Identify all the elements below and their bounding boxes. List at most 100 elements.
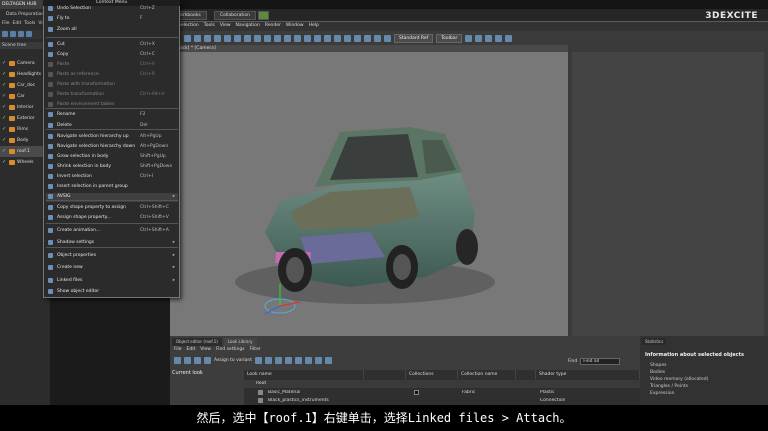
add-tab-icon[interactable]: [258, 11, 269, 20]
section-icon[interactable]: [334, 34, 341, 42]
measure-icon[interactable]: [324, 34, 331, 42]
column-icon-1[interactable]: [364, 370, 406, 379]
context-menu-item[interactable]: Create animation... Ctrl+Shift+A: [46, 227, 178, 236]
save-icon[interactable]: [18, 31, 24, 37]
tab-look-library[interactable]: Look Library: [223, 338, 257, 346]
menu-render[interactable]: Render: [265, 23, 281, 30]
context-menu-item[interactable]: Paste with transformation: [46, 81, 178, 90]
context-menu-item[interactable]: Undo Selection Ctrl+Z: [46, 5, 178, 14]
column-icon-2[interactable]: [516, 370, 536, 379]
context-menu-item[interactable]: Copy shape property to assign Ctrl+Shift+…: [46, 204, 178, 213]
context-menu-item[interactable]: Copy Ctrl+C: [46, 51, 178, 60]
settings-icon[interactable]: [26, 31, 32, 37]
variant-icon[interactable]: [304, 34, 311, 42]
scale-icon[interactable]: [214, 34, 221, 42]
context-menu-item[interactable]: Insert selection in parent group: [46, 183, 178, 192]
context-menu-item[interactable]: Invert selection Ctrl+I: [46, 173, 178, 182]
menu-tools[interactable]: Tools: [24, 21, 35, 27]
visibility-check-icon[interactable]: ✓: [2, 160, 7, 165]
visibility-check-icon[interactable]: ✓: [2, 105, 7, 110]
context-menu-item[interactable]: Cut Ctrl+X: [46, 41, 178, 50]
new-look-icon[interactable]: [174, 357, 181, 364]
column-shader-type[interactable]: Shader type: [536, 370, 640, 379]
visibility-check-icon[interactable]: ✓: [2, 94, 7, 99]
context-menu-item[interactable]: Rename F2: [46, 111, 178, 120]
visibility-check-icon[interactable]: ✓: [2, 72, 7, 77]
visibility-check-icon[interactable]: ✓: [2, 138, 7, 143]
table-row[interactable]: Root: [244, 380, 640, 388]
sort-icon[interactable]: [285, 357, 292, 364]
menu-view[interactable]: View: [200, 347, 211, 354]
context-menu-item[interactable]: Assign shape property... Ctrl+Shift+V: [46, 214, 178, 223]
menu-find-settings[interactable]: Find settings: [216, 347, 245, 354]
menu-filter[interactable]: Filter: [250, 347, 261, 354]
visibility-check-icon[interactable]: ✓: [2, 127, 7, 132]
duplicate-icon[interactable]: [184, 357, 191, 364]
context-menu-item[interactable]: Zoom all: [46, 26, 178, 35]
menu-file[interactable]: File: [2, 21, 10, 27]
filter-icon[interactable]: [275, 357, 282, 364]
table-row[interactable]: Basic_Material Fabric Plastic: [244, 389, 640, 397]
play-icon[interactable]: [465, 34, 473, 42]
context-menu-item[interactable]: Fly to F: [46, 15, 178, 24]
visibility-check-icon[interactable]: ✓: [2, 83, 7, 88]
light-icon[interactable]: [244, 34, 251, 42]
context-menu-item[interactable]: Object properties ▸: [46, 252, 178, 261]
open-file-icon[interactable]: [10, 31, 16, 37]
context-menu-item[interactable]: Navigate selection hierarchy up Alt+PgUp: [46, 133, 178, 142]
context-menu-item[interactable]: Navigate selection hierarchy down Alt+PgD…: [46, 143, 178, 152]
settings-icon[interactable]: [505, 34, 513, 42]
record-icon[interactable]: [475, 34, 483, 42]
menu-view[interactable]: View: [220, 23, 231, 30]
visibility-check-icon[interactable]: ✓: [2, 116, 7, 121]
material-icon[interactable]: [295, 357, 302, 364]
context-menu-item[interactable]: Shrink selection in body Shift+PgDown: [46, 163, 178, 172]
context-menu-item[interactable]: Linked files ▸: [46, 277, 178, 286]
assign-variant-label[interactable]: Assign to variant: [214, 358, 252, 363]
find-dropdown[interactable]: Find all: [580, 357, 621, 365]
menu-edit[interactable]: Edit: [13, 21, 22, 27]
new-file-icon[interactable]: [2, 31, 8, 37]
import-icon[interactable]: [204, 357, 211, 364]
tab-statistics[interactable]: Statistics: [642, 338, 667, 345]
menu-file[interactable]: File: [174, 347, 182, 354]
environment-icon[interactable]: [294, 34, 301, 42]
texture-icon[interactable]: [305, 357, 312, 364]
tab-collaboration[interactable]: Collaboration: [214, 11, 256, 20]
camera-icon[interactable]: [224, 34, 231, 42]
toolbar-button[interactable]: Toolbar: [436, 33, 463, 43]
lock-icon[interactable]: [485, 34, 493, 42]
context-menu-item[interactable]: Show object editor: [46, 288, 178, 297]
menu-window[interactable]: Window: [286, 23, 304, 30]
table-row[interactable]: Black_plastics_instruments Connection: [244, 397, 640, 405]
preview-icon[interactable]: [315, 357, 322, 364]
visibility-check-icon[interactable]: ✓: [2, 149, 7, 154]
menu-tools[interactable]: Tools: [204, 23, 215, 30]
annotation-icon[interactable]: [344, 34, 351, 42]
menu-help[interactable]: Help: [309, 23, 319, 30]
material-icon[interactable]: [274, 34, 281, 42]
context-menu-item[interactable]: Paste Ctrl+V: [46, 61, 178, 70]
menu-edit[interactable]: Edit: [187, 347, 196, 354]
move-icon[interactable]: [194, 34, 201, 42]
vr-icon[interactable]: [354, 34, 361, 42]
menu-navigation[interactable]: Navigation: [236, 23, 260, 30]
visibility-check-icon[interactable]: ✓: [2, 61, 7, 66]
tab-object-editor[interactable]: Object editor (roof.1): [172, 338, 222, 346]
variant-dropdown-icon[interactable]: [255, 357, 262, 364]
context-menu-item[interactable]: Paste as reference Ctrl+R: [46, 71, 178, 80]
rotate-icon[interactable]: [204, 34, 211, 42]
column-collection-name[interactable]: Collection name: [458, 370, 516, 379]
column-look-name[interactable]: Look name: [244, 370, 364, 379]
video-icon[interactable]: [384, 34, 391, 42]
menu-selection[interactable]: Selection: [178, 23, 199, 30]
stereo-icon[interactable]: [364, 34, 371, 42]
info-icon[interactable]: [495, 34, 503, 42]
export-icon[interactable]: [325, 357, 332, 364]
grid-icon[interactable]: [254, 34, 261, 42]
delete-icon[interactable]: [194, 357, 201, 364]
column-collections[interactable]: Collections: [406, 370, 458, 379]
refresh-icon[interactable]: [265, 357, 272, 364]
context-menu-item[interactable]: Create new ▸: [46, 264, 178, 273]
context-menu-item[interactable]: Paste transformation Ctrl+Alt+V: [46, 91, 178, 100]
